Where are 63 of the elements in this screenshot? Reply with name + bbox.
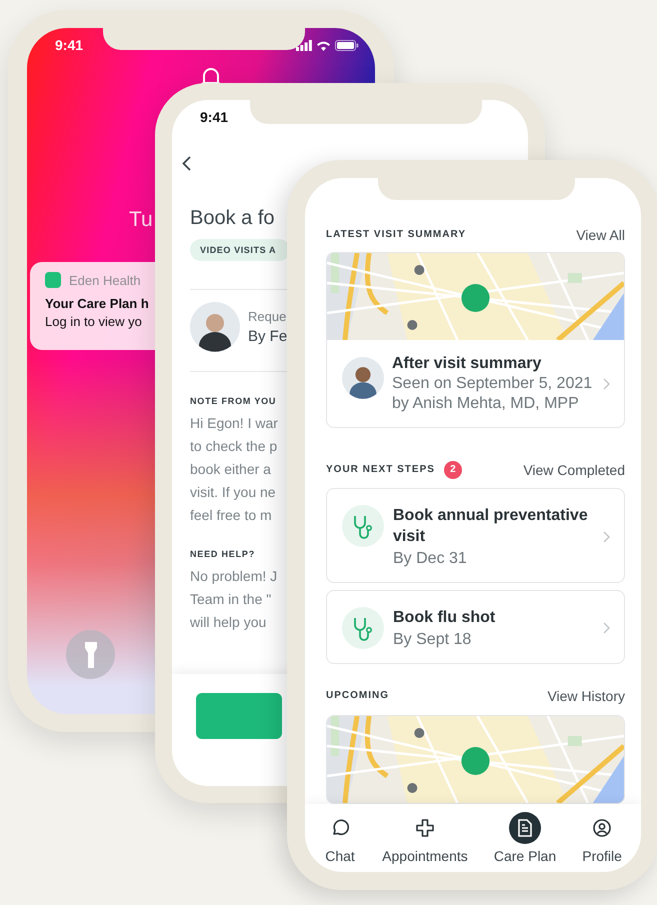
visit-title: After visit summary (392, 355, 542, 373)
chevron-icon (603, 378, 610, 390)
step-title: Book flu shot (393, 608, 496, 628)
chevron-icon (603, 530, 610, 542)
app-icon (45, 272, 61, 288)
step-card[interactable]: Book flu shot By Sept 18 (326, 590, 625, 664)
view-history-link[interactable]: View History (547, 688, 625, 704)
document-icon (517, 819, 533, 837)
chat-icon (331, 819, 350, 837)
note-line: book either a (190, 460, 272, 479)
avatar (190, 302, 240, 352)
visit-doctor: by Anish Mehta, MD, MPP (392, 395, 580, 413)
status-time: 9:41 (55, 37, 84, 53)
lock-date: Tu (129, 208, 153, 232)
page-title: Book a fo (190, 207, 275, 230)
tab-label: Chat (325, 848, 355, 864)
flashlight-button[interactable] (66, 630, 115, 679)
wifi-icon (316, 40, 331, 50)
battery-icon (335, 40, 359, 50)
step-title: Book annual preventative visit (393, 506, 589, 547)
section-heading: NEED HELP? (190, 549, 256, 559)
notification-card[interactable]: Eden Health Your Care Plan h Log in to view yo (30, 262, 157, 350)
note-line: visit. If you ne (190, 483, 277, 502)
notification-title: Your Care Plan h (45, 296, 150, 311)
avatar (342, 357, 384, 399)
note-line: feel free to m (190, 506, 273, 525)
view-completed-link[interactable]: View Completed (523, 462, 625, 478)
tab-item[interactable]: Chat (324, 812, 356, 872)
cross-icon (416, 819, 434, 837)
tab-label: Profile (582, 848, 622, 864)
profile-icon (593, 819, 612, 837)
tab-item[interactable]: Profile (582, 812, 622, 872)
stethoscope-icon (342, 607, 384, 649)
section-heading: YOUR NEXT STEPS (326, 464, 435, 475)
notification-body: Log in to view yo (45, 314, 143, 329)
help-line: Team in the " (190, 590, 272, 609)
step-due: By Sept 18 (393, 631, 472, 649)
note-line: Hi Egon! I war (190, 414, 278, 433)
step-due: By Dec 31 (393, 550, 468, 568)
step-card[interactable]: Book annual preventative visit By Dec 31 (326, 488, 625, 583)
note-line: to check the p (190, 437, 278, 456)
section-heading: NOTE FROM YOU (190, 396, 276, 406)
help-line: will help you (190, 613, 268, 632)
request-date: By Fe (248, 328, 288, 345)
section-heading: LATEST VISIT SUMMARY (326, 229, 466, 240)
visit-card[interactable]: After visit summary Seen on September 5, 2021 by Anish Mehta, MD, MPP (326, 252, 625, 428)
section-heading: UPCOMING (326, 690, 389, 701)
request-label: Reque (248, 309, 288, 324)
notification-app: Eden Health (69, 272, 141, 288)
count-badge: 2 (444, 460, 462, 478)
flashlight-icon (84, 642, 96, 668)
back-icon[interactable] (182, 156, 191, 171)
chevron-icon (603, 622, 610, 634)
tab-label: Appointments (382, 848, 468, 864)
view-all-link[interactable]: View All (576, 226, 625, 242)
visit-date: Seen on September 5, 2021 (392, 375, 594, 393)
help-line: No problem! J (190, 567, 278, 586)
tab-item[interactable]: Appointments (382, 812, 468, 872)
status-time: 9:41 (200, 109, 228, 125)
tab-item[interactable]: Care Plan (494, 812, 556, 872)
stethoscope-icon (342, 505, 384, 547)
signal-icon (296, 40, 312, 50)
tab-label: Care Plan (494, 848, 556, 864)
